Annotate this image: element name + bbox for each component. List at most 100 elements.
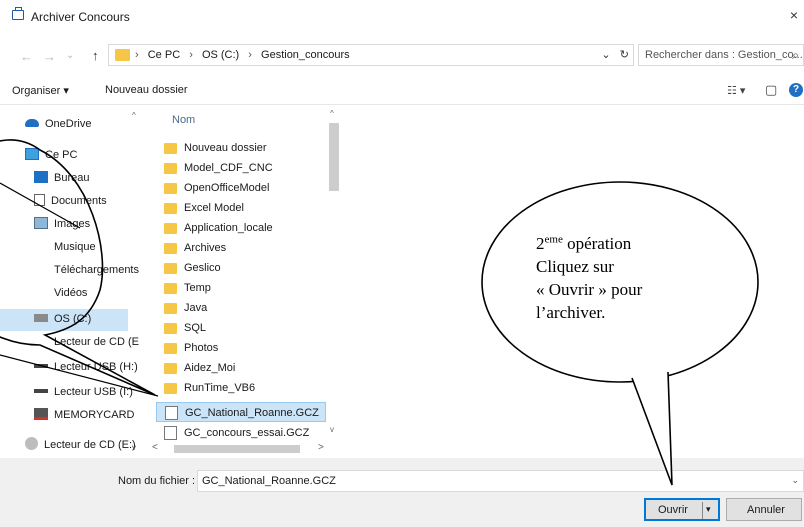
nav-item-label: OS (C:) (54, 313, 92, 325)
nav-item-label: Téléchargements (54, 264, 139, 276)
annotation-text: 2eme opération Cliquez sur « Ouvrir » po… (536, 232, 726, 324)
nav-item-ce-pc[interactable]: Ce PC (25, 148, 77, 168)
usb-drive-icon (34, 389, 48, 393)
list-item[interactable]: GC_concours_essai.GCZ (156, 423, 326, 440)
computer-icon (25, 148, 39, 160)
help-icon[interactable]: ? (789, 83, 803, 97)
nav-item-lecteur-usb-i[interactable]: Lecteur USB (I:) (34, 386, 133, 406)
address-bar[interactable]: › Ce PC › OS (C:) › Gestion_concours ⌄ ↻ (108, 44, 634, 66)
filename-input[interactable]: GC_National_Roanne.GCZ ⌄ (197, 470, 804, 492)
breadcrumb-os-c[interactable]: OS (C:) (202, 49, 239, 61)
column-header-name[interactable]: Nom (172, 114, 195, 126)
list-item[interactable]: Nouveau dossier (156, 138, 326, 158)
new-folder-button[interactable]: Nouveau dossier (105, 84, 188, 96)
scroll-up-arrow-icon[interactable]: ^ (132, 111, 136, 120)
nav-item-label: Bureau (54, 172, 90, 184)
videos-icon (34, 286, 48, 298)
nav-item-bureau[interactable]: Bureau (34, 171, 89, 191)
nav-item-label: Lecteur de CD (E:) (44, 439, 136, 451)
nav-item-memorycard[interactable]: MEMORYCARD (34, 408, 134, 428)
scrollbar-thumb[interactable] (329, 123, 339, 191)
nav-item-documents[interactable]: Documents (34, 194, 107, 214)
scroll-down-arrow-icon[interactable]: v (132, 443, 136, 452)
folder-icon (164, 343, 177, 354)
nav-item-label: MEMORYCARD (54, 409, 135, 421)
view-options-icon[interactable]: ☷ ▾ (727, 84, 745, 97)
forward-button[interactable]: → (43, 49, 56, 64)
open-split-dropdown[interactable]: ▾ (702, 502, 718, 519)
folder-icon (164, 243, 177, 254)
list-item[interactable]: Archives (156, 238, 326, 258)
file-list-vertical-scrollbar[interactable]: ^ v (326, 105, 342, 440)
search-input[interactable]: Rechercher dans : Gestion_co... ⌕ (638, 44, 804, 66)
refresh-icon[interactable]: ↻ (620, 49, 629, 61)
cd-drive-icon (34, 335, 48, 347)
scroll-left-arrow-icon[interactable]: < (152, 442, 158, 453)
breadcrumb-separator: › (135, 49, 139, 61)
folder-icon (164, 143, 177, 154)
download-icon (34, 263, 48, 275)
nav-item-lecteur-usb-h[interactable]: Lecteur USB (H:) (34, 361, 138, 381)
list-item[interactable]: Java (156, 298, 326, 318)
address-row: ← → ⌄ ↑ › Ce PC › OS (C:) › Gestion_conc… (0, 40, 804, 72)
file-name: RunTime_VB6 (184, 382, 256, 394)
nav-item-telechargements[interactable]: Téléchargements (34, 263, 139, 283)
nav-item-label: Images (54, 218, 91, 230)
navigation-scrollbar[interactable]: ^ v (128, 105, 145, 458)
address-controls: ⌄ ↻ (601, 48, 629, 61)
folder-icon (115, 49, 130, 61)
nav-item-lecteur-cd-e[interactable]: Lecteur de CD (E:) (25, 437, 136, 457)
folder-icon (164, 383, 177, 394)
file-name: Temp (184, 282, 211, 294)
cloud-icon (25, 119, 39, 127)
folder-icon (164, 323, 177, 334)
back-button[interactable]: ← (20, 49, 33, 64)
usb-drive-icon (34, 364, 48, 368)
nav-item-images[interactable]: Images (34, 217, 90, 237)
file-list-horizontal-scrollbar[interactable]: < > (150, 440, 342, 457)
scroll-right-arrow-icon[interactable]: > (318, 442, 324, 453)
recent-locations-button[interactable]: ⌄ (66, 50, 74, 61)
open-button-label: Ouvrir (658, 504, 688, 516)
scroll-down-arrow-icon[interactable]: v (330, 425, 334, 434)
list-item[interactable]: Excel Model (156, 198, 326, 218)
file-list: Nom Nouveau dossier Model_CDF_CNC OpenOf… (150, 105, 342, 440)
annotation-line-1: 2eme opération (536, 233, 632, 253)
breadcrumb-gestion-concours[interactable]: Gestion_concours (261, 49, 350, 61)
annotation-line-3: « Ouvrir » pour (536, 280, 643, 299)
list-item[interactable]: Application_locale (156, 218, 326, 238)
list-item[interactable]: Temp (156, 278, 326, 298)
nav-item-lecteur-cd[interactable]: Lecteur de CD (E (34, 335, 139, 355)
list-item[interactable]: Aidez_Moi (156, 358, 326, 378)
images-icon (34, 217, 48, 229)
search-icon[interactable]: ⌕ (792, 48, 799, 63)
close-button[interactable]: × (790, 7, 798, 23)
file-name: Nouveau dossier (184, 142, 267, 154)
list-item[interactable]: OpenOfficeModel (156, 178, 326, 198)
filename-dropdown-icon[interactable]: ⌄ (791, 475, 799, 486)
organise-menu-button[interactable]: Organiser ▾ (12, 84, 69, 97)
file-icon (165, 406, 178, 420)
folder-icon (164, 203, 177, 214)
breadcrumb-ce-pc[interactable]: Ce PC (148, 49, 180, 61)
list-item[interactable]: RunTime_VB6 (156, 378, 326, 398)
address-dropdown-icon[interactable]: ⌄ (601, 49, 610, 61)
nav-item-onedrive[interactable]: OneDrive (25, 118, 91, 138)
memory-card-icon (34, 408, 48, 420)
annotation-line-2: Cliquez sur (536, 257, 614, 276)
nav-item-videos[interactable]: Vidéos (34, 286, 87, 306)
list-item[interactable]: Photos (156, 338, 326, 358)
nav-item-os-c[interactable]: OS (C:) (0, 309, 128, 331)
preview-pane-icon[interactable]: ▢ (765, 82, 777, 98)
nav-item-musique[interactable]: Musique (34, 240, 96, 260)
open-button[interactable]: Ouvrir ▾ (644, 498, 720, 521)
up-button[interactable]: ↑ (92, 48, 99, 63)
nav-item-label: OneDrive (45, 118, 92, 130)
cancel-button[interactable]: Annuler (726, 498, 802, 521)
list-item[interactable]: Model_CDF_CNC (156, 158, 326, 178)
list-item[interactable]: SQL (156, 318, 326, 338)
list-item[interactable]: Geslico (156, 258, 326, 278)
scroll-up-arrow-icon[interactable]: ^ (330, 109, 334, 118)
scrollbar-thumb[interactable] (174, 445, 300, 453)
list-item-selected[interactable]: GC_National_Roanne.GCZ (156, 402, 326, 422)
